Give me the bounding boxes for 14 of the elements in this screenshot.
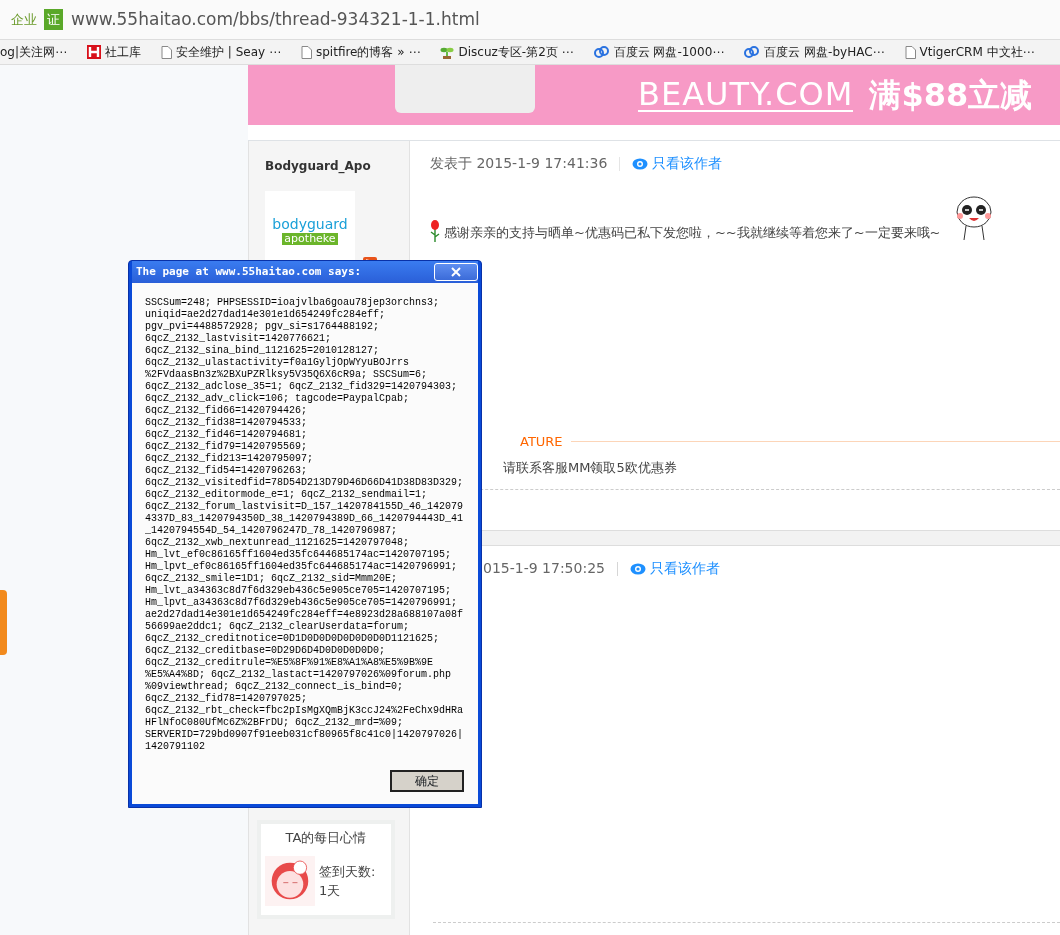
post-date: 015-1-9 17:50:25 — [483, 559, 605, 578]
post-date: 发表于 2015-1-9 17:41:36 — [430, 154, 608, 173]
banner-promo: 满$88立减 — [869, 75, 1033, 116]
avatar-text: apotheke — [282, 232, 338, 245]
signature-heading: ATURE — [520, 433, 563, 451]
enterprise-label: 企业 — [10, 10, 38, 29]
banner-brand: BEAUTY.COM — [638, 78, 854, 112]
verified-badge: 证 — [44, 8, 63, 31]
post-message: 感谢亲亲的支持与晒单~优惠码已私下发您啦，~~我就继续等着您来了~一定要来哦~ — [444, 223, 941, 242]
mood-title: TA的每日心情 — [284, 828, 368, 847]
signature-text: 请联系客服MM领取5欧优惠券 — [502, 458, 678, 477]
dialog-message: SSCSum=248; PHPSESSID=ioajvlba6goau78jep3orchns3; uniqid=ae2d27dad14e301e1d654249fc284eff; pgv_pvi=4488572928; pgv_si=s1764488192; 6qcZ_2132_lastvisit=1420776621; 6qcZ_2132_sina_bind_1121625=2010128127; 6qcZ_2132_ulastactivity=f0a1GyljOpWYyuBOJrrs %2FVdaasBn3z%2BXuPZRlksy5V35Q6X6cR9a; SSCSum=6; 6qcZ_2132_adclose_35=1; 6qcZ_2132_fid329=1420794303; 6qcZ_2132_adv_click=106; tagcode=PaypalCpab; 6qcZ_2132_fid66=1420794426; 6qcZ_2132_fid38=1420794533; 6qcZ_2132_fid46=1420794681; 6qcZ_2132_fid79=1420795569; 6qcZ_2132_fid213=1420795097; 6qcZ_2132_fid54=1420796263; 6qcZ_2132_visitedfid=78D54D213D79D46D66D41D38D83D329; 6qcZ_2132_editormode_e=1; 6qcZ_2132_sendmail=1; 6qcZ_2132_forum_lastvisit=D_157_1420784155D_46_142079 4337D_83_1420794350D_38_1420794389D_66_1420794443D_41 _1420794554D_54_1420796247D_78_1420796987; 6qcZ_2132_xwb_nextunread_1121625=1420797048; Hm_lvt_ef0c86165ff1604ed35fc644685174ac=1420707195; Hm_lpvt_ef0c86165ff1604ed35fc644685174ac=1420796991; 6qcZ_2132_smile=1D1; 6qcZ_2132_sid=Mmm20E; Hm_lvt_a34363c8d7f6d329eb436c5e905ce705=1420707195; Hm_lpvt_a34363c8d7f6d329eb436c5e905ce705=1420796991; ae2d27dad14e301e1d654249fc284eff=4e8923d28a688107a08f 56699ae2ddc1; 6qcZ_2132_clearUserdata=forum; 6qcZ_2132_creditnotice=0D1D0D0D0D0D0D0D0D1121625; 6qcZ_2132_creditbase=0D29D6D4D0D0D0D0D0; 6qcZ_2132_creditrule=%E5%8F%91%E8%A1%A8%E5%9B%9E %E5%A4%8D; 6qcZ_2132_lastact=1420797026%09forum.php %09viewthread; 6qcZ_2132_connect_is_bind=0; 6qcZ_2132_fid78=1420797025; 6qcZ_2132_rbt_check=fbc2pIsMgXQmBjK3ccJ24%2FeChx9dHRa HFlNfoC080UfMc6Z%2BFrDU; 6qcZ_2132_mrd=%09; SERVERID=729bd0907f91eeb031cf80965f8c41c0|1420797026| 1420791102 — [145, 297, 465, 753]
avatar-text: bodyguard — [272, 217, 348, 233]
check-in-days: 签到天数: 1天 — [318, 861, 387, 901]
